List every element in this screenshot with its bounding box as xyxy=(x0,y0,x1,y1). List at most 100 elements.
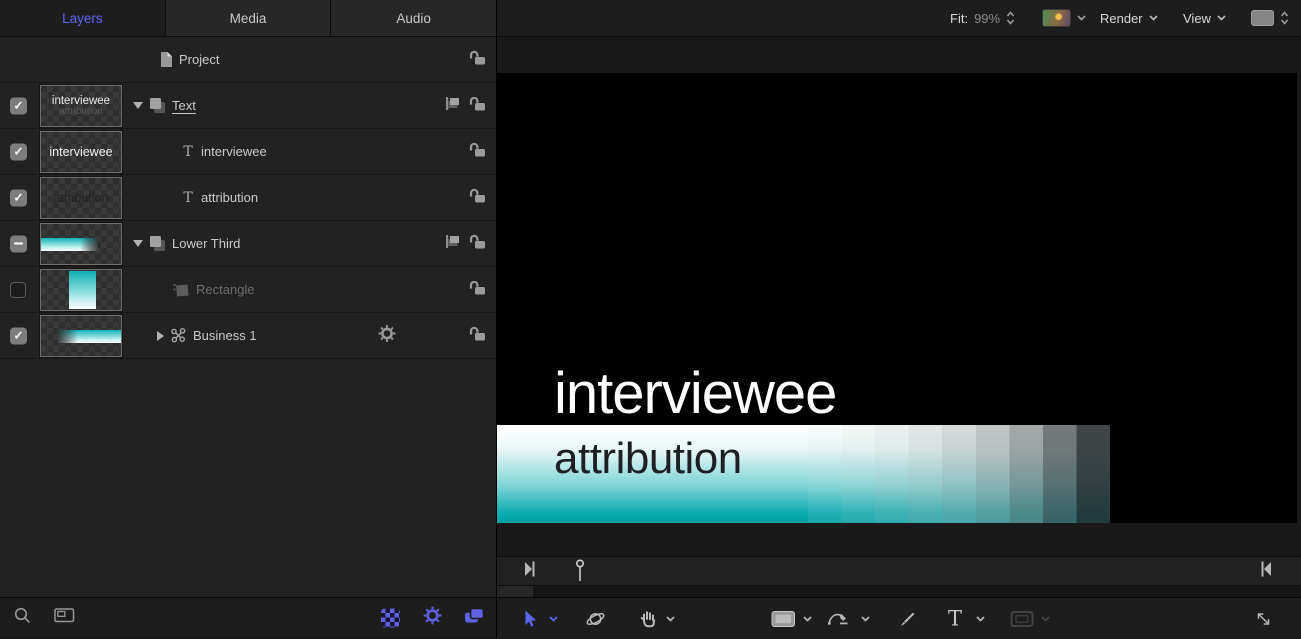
channels-menu[interactable] xyxy=(1042,0,1086,36)
select-tool-chevron[interactable] xyxy=(549,616,558,622)
layer-row-project[interactable]: Project xyxy=(0,37,496,83)
tab-audio[interactable]: Audio xyxy=(331,0,496,36)
layer-label: Text xyxy=(172,98,196,113)
lock-open-icon[interactable] xyxy=(467,187,487,209)
layer-thumbnail xyxy=(40,315,122,357)
stepper-icon[interactable] xyxy=(1006,10,1015,26)
layers-view-toggle-icon[interactable] xyxy=(464,606,485,630)
activation-checkbox[interactable] xyxy=(10,235,27,252)
panel-tabbar: Layers Media Audio xyxy=(0,0,496,37)
layer-thumbnail: attribution xyxy=(40,177,122,219)
layers-panel-footer xyxy=(0,597,496,638)
pan-tool-chevron[interactable] xyxy=(666,616,675,622)
replicator-icon xyxy=(170,327,187,344)
thumb-text: attribution xyxy=(41,178,121,218)
gear-icon[interactable] xyxy=(378,324,396,347)
banner-fade-stripes xyxy=(808,425,1110,523)
layer-label: Business 1 xyxy=(193,328,257,343)
layer-row-rectangle[interactable]: Rectangle xyxy=(0,267,496,313)
render-menu[interactable]: Render xyxy=(1100,0,1158,36)
lock-open-icon[interactable] xyxy=(467,279,487,301)
timeline-zoom-handle[interactable] xyxy=(497,586,533,597)
search-icon[interactable] xyxy=(13,606,32,630)
canvas[interactable]: interviewee attribution xyxy=(497,73,1297,523)
layers-list: Project interviewee attribution xyxy=(0,37,496,359)
tab-layers[interactable]: Layers xyxy=(0,0,166,36)
bezier-tool-chevron[interactable] xyxy=(861,616,870,622)
layer-label: Project xyxy=(179,52,219,67)
chevron-down-icon xyxy=(1077,15,1086,21)
rectangle-tool[interactable] xyxy=(771,610,796,628)
lock-open-icon[interactable] xyxy=(467,49,487,71)
zoom-fit-control[interactable]: Fit: 99% xyxy=(950,0,1015,36)
activation-checkbox[interactable] xyxy=(10,327,27,344)
activation-checkbox[interactable] xyxy=(10,189,27,206)
lock-open-icon[interactable] xyxy=(467,325,487,347)
expand-resize-icon[interactable] xyxy=(1254,609,1273,628)
lock-open-icon[interactable] xyxy=(467,95,487,117)
play-range-out-marker[interactable] xyxy=(1260,560,1271,583)
lock-open-icon[interactable] xyxy=(467,233,487,255)
canvas-attribution-text[interactable]: attribution xyxy=(554,436,742,482)
canvas-pane: Fit: 99% Render View intervi xyxy=(497,0,1301,638)
layer-label: Rectangle xyxy=(196,282,255,297)
canvas-headline-text[interactable]: interviewee xyxy=(554,365,836,423)
render-label: Render xyxy=(1100,11,1143,26)
layer-thumbnail: interviewee attribution xyxy=(40,85,122,127)
layer-row-attribution[interactable]: attribution attribution xyxy=(0,175,496,221)
layer-thumbnail xyxy=(40,223,122,265)
disclosure-triangle[interactable] xyxy=(157,331,164,341)
layer-row-text-group[interactable]: interviewee attribution Text xyxy=(0,83,496,129)
pan-hand-tool[interactable] xyxy=(637,608,658,629)
timeline-footer-strip xyxy=(497,586,1301,597)
lock-open-icon[interactable] xyxy=(467,141,487,163)
settings-gear-icon[interactable] xyxy=(423,606,442,630)
preview-column-icon[interactable] xyxy=(54,607,75,630)
chevron-down-icon xyxy=(1149,15,1158,21)
transparency-checker-toggle[interactable] xyxy=(381,609,400,628)
layout-stepper-control[interactable] xyxy=(1251,0,1289,36)
layers-panel: Layers Media Audio Project xyxy=(0,0,497,638)
layer-row-lower-third[interactable]: Lower Third xyxy=(0,221,496,267)
activation-checkbox[interactable] xyxy=(10,97,27,114)
disclosure-triangle[interactable] xyxy=(133,240,143,247)
view-label: View xyxy=(1183,11,1211,26)
play-range-in-marker[interactable] xyxy=(525,560,536,583)
layer-label: attribution xyxy=(201,190,258,205)
layer-row-business1[interactable]: Business 1 xyxy=(0,313,496,359)
group-badge-icon xyxy=(444,233,461,255)
layer-thumbnail xyxy=(40,269,122,311)
bezier-pen-tool[interactable] xyxy=(827,609,851,629)
text-tool[interactable] xyxy=(948,608,962,629)
text-layer-icon xyxy=(181,144,195,160)
view-menu[interactable]: View xyxy=(1183,0,1226,36)
activation-checkbox[interactable] xyxy=(10,282,26,298)
stepper-icon xyxy=(1280,10,1289,26)
paint-stroke-tool[interactable] xyxy=(897,609,917,629)
disclosure-triangle[interactable] xyxy=(133,102,143,109)
mask-tool-chevron-disabled xyxy=(1041,616,1050,622)
playhead[interactable] xyxy=(575,558,585,588)
rectangle-tool-chevron[interactable] xyxy=(803,616,812,622)
layer-label: Lower Third xyxy=(172,236,240,251)
group-icon xyxy=(149,235,166,252)
fit-value: 99% xyxy=(974,11,1000,26)
layer-label: interviewee xyxy=(201,144,267,159)
canvas-toolbar: Fit: 99% Render View xyxy=(497,0,1301,37)
thumb-text-line2: attribution xyxy=(59,107,103,118)
motion-window: Layers Media Audio Project xyxy=(0,0,1301,638)
group-icon xyxy=(149,97,166,114)
text-tool-chevron[interactable] xyxy=(976,616,985,622)
mini-timeline[interactable] xyxy=(497,556,1301,586)
color-channel-swatch-icon xyxy=(1042,9,1071,27)
group-badge-icon xyxy=(444,95,461,117)
activation-checkbox[interactable] xyxy=(10,143,27,160)
text-layer-icon xyxy=(181,190,195,206)
thumb-text: interviewee xyxy=(41,132,121,172)
tab-media[interactable]: Media xyxy=(166,0,332,36)
transform-3d-tool[interactable] xyxy=(585,608,606,629)
lower-third-banner[interactable]: attribution xyxy=(497,425,1110,523)
select-tool[interactable] xyxy=(522,609,539,628)
layer-row-interviewee[interactable]: interviewee interviewee xyxy=(0,129,496,175)
shape-icon xyxy=(172,281,190,299)
